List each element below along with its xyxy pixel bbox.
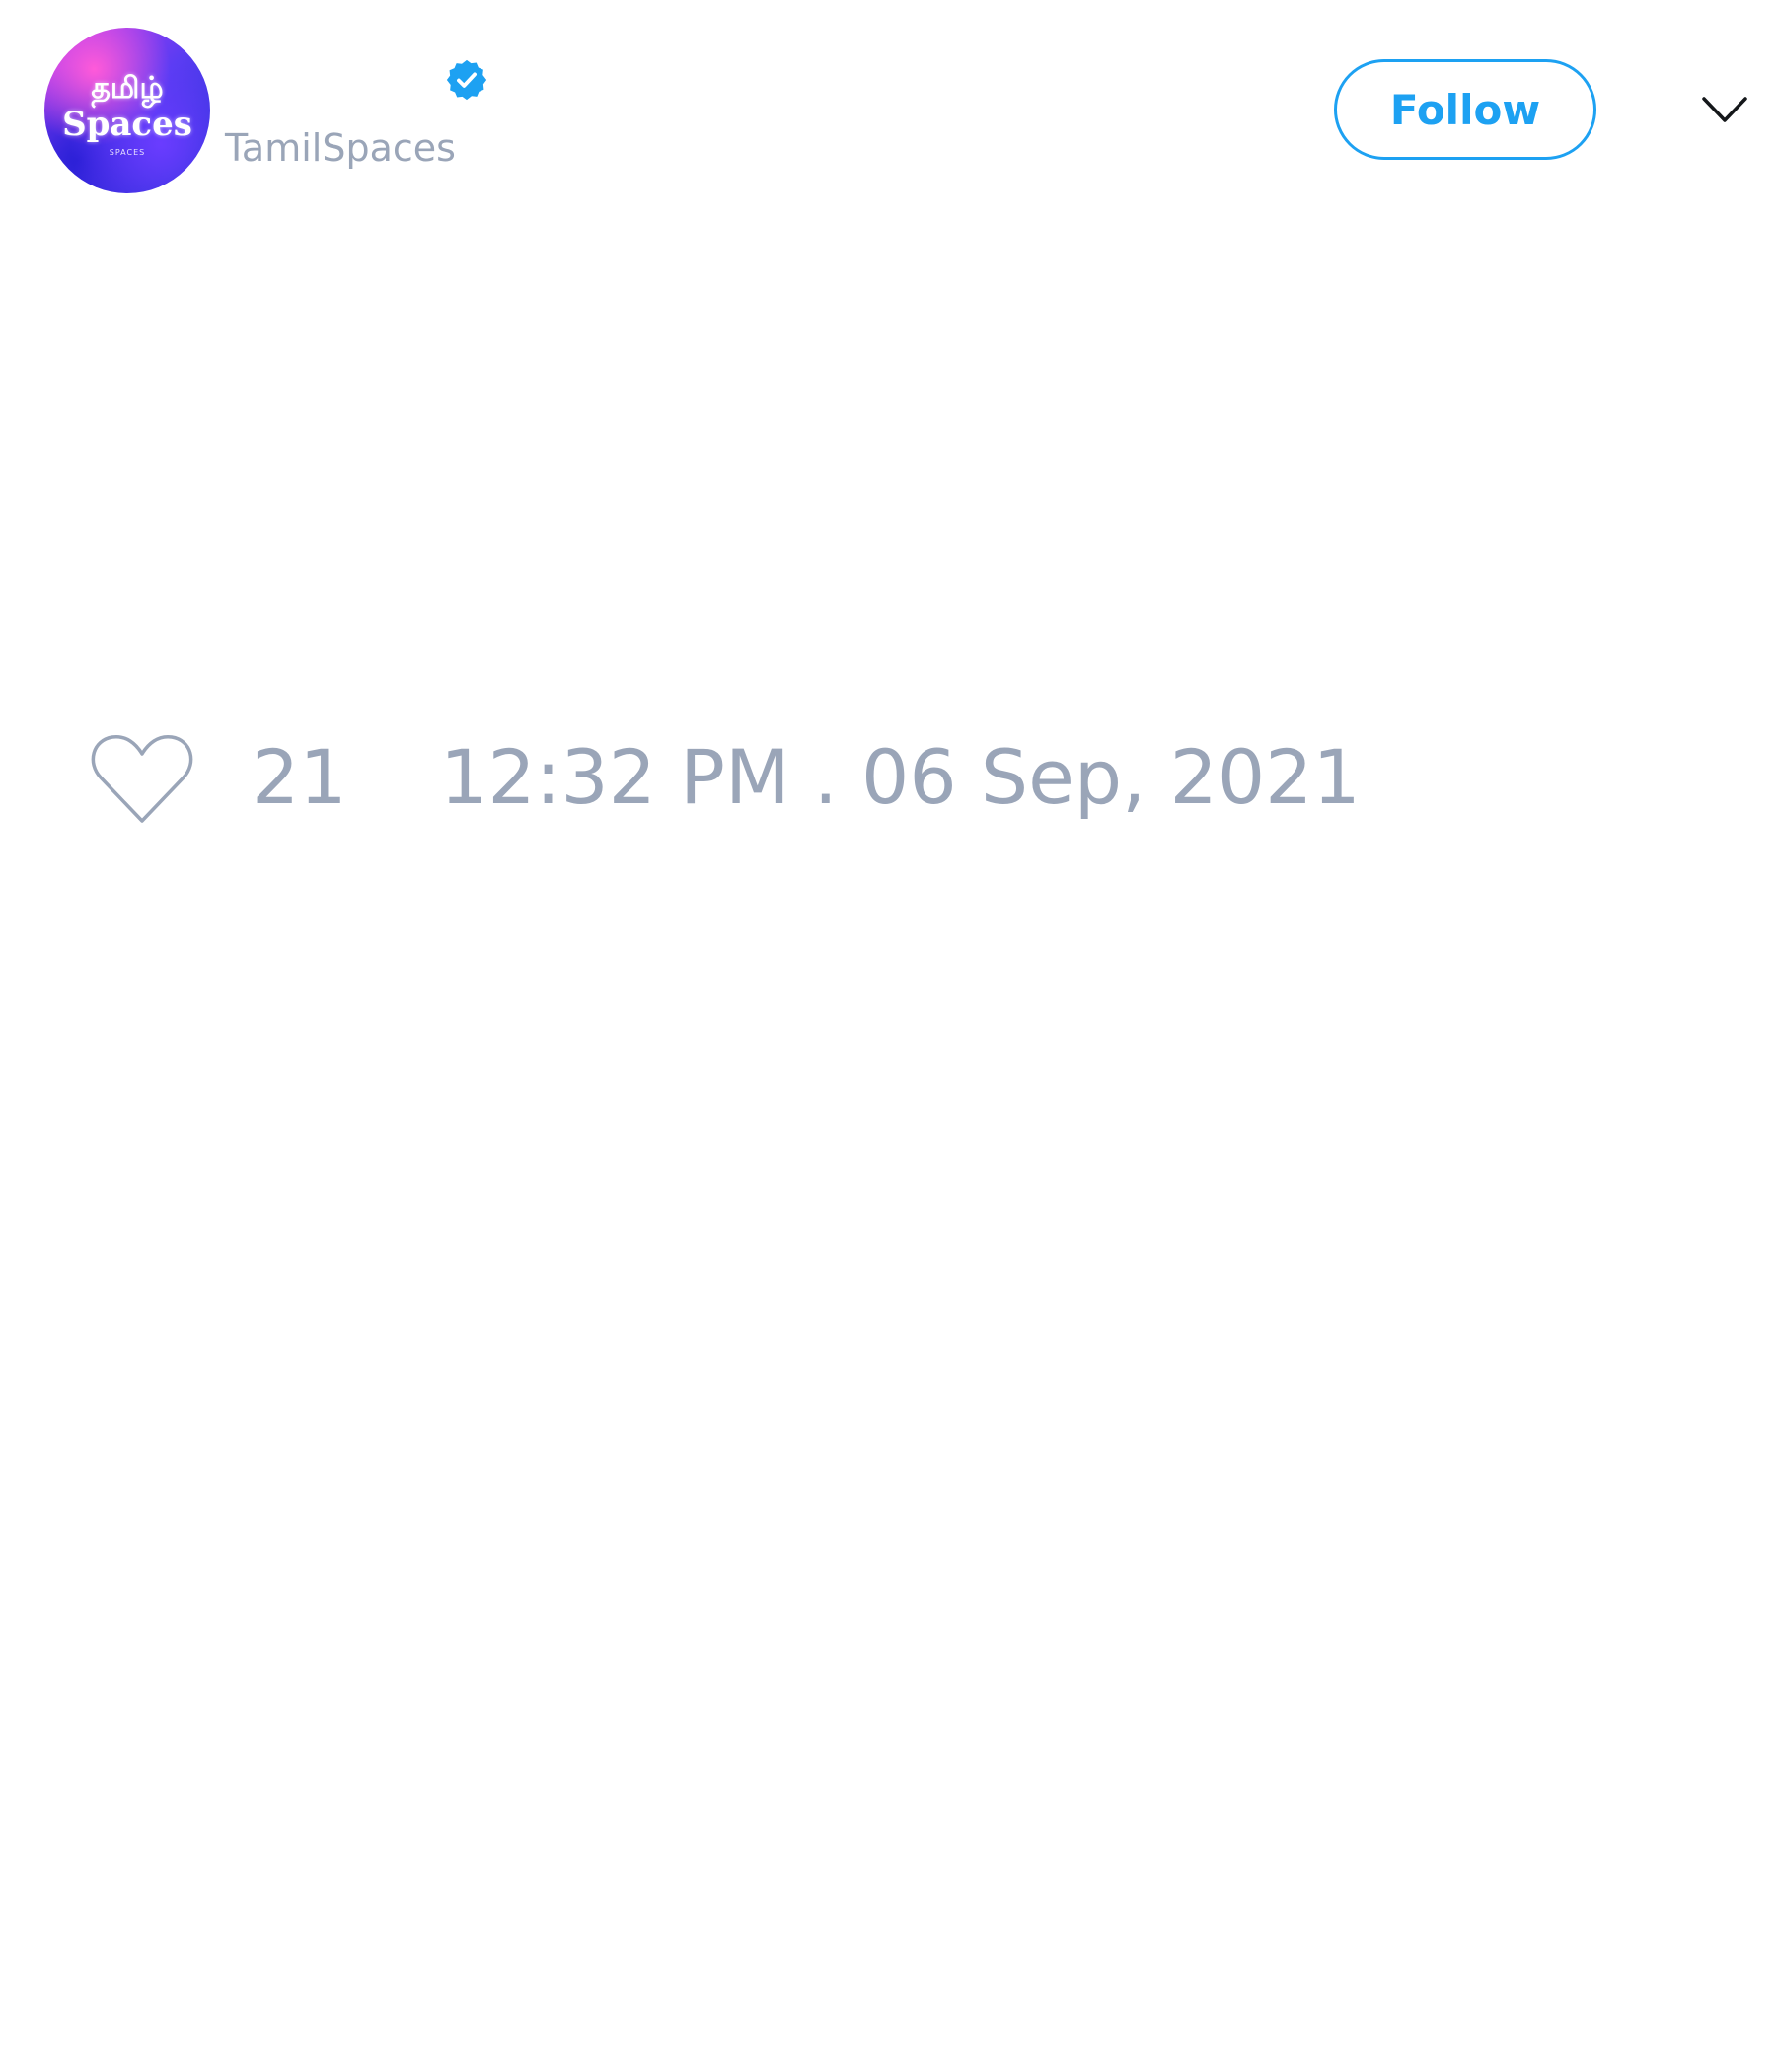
tweet-timestamp[interactable]: 12:32 PM . 06 Sep, 2021 bbox=[440, 732, 1361, 823]
follow-button[interactable]: Follow bbox=[1334, 59, 1596, 160]
author-handle[interactable]: TamilSpaces bbox=[225, 126, 456, 170]
heart-outline-icon[interactable] bbox=[89, 732, 195, 827]
tweet-card: தமிழ் Spaces SPACES TamilSpaces Follow 2… bbox=[0, 0, 1776, 2072]
chevron-down-icon[interactable] bbox=[1701, 95, 1748, 124]
avatar[interactable]: தமிழ் Spaces SPACES bbox=[44, 28, 210, 193]
like-count: 21 bbox=[252, 733, 347, 821]
verified-badge-icon bbox=[446, 59, 487, 101]
avatar-logo-tagline: SPACES bbox=[109, 148, 146, 157]
avatar-logo-spaces: Spaces bbox=[62, 105, 192, 144]
